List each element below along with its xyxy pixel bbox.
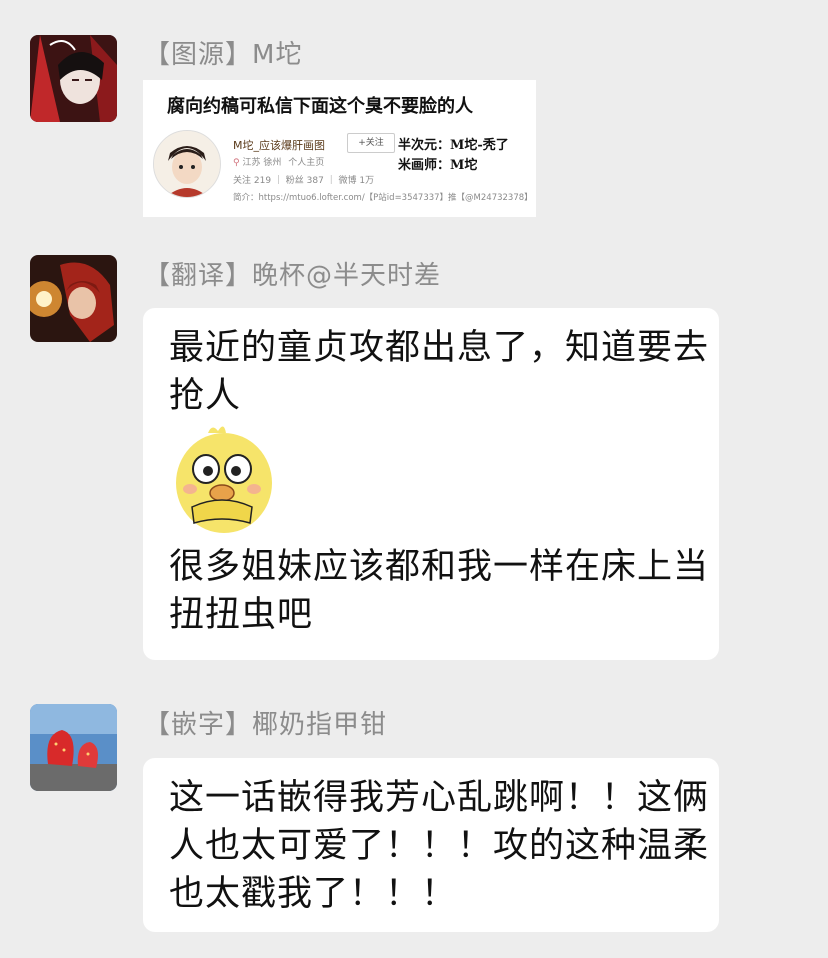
- avatar-typesetter[interactable]: [30, 704, 117, 791]
- surprised-duck-icon: [168, 423, 276, 537]
- card-username: M坨_应该爆肝画图: [233, 139, 325, 152]
- avatar-source[interactable]: [30, 35, 117, 122]
- card-side-line-1: 半次元：M坨-秃了: [398, 138, 509, 153]
- sender-name: 【翻译】晚杯@半天时差: [144, 261, 442, 291]
- message-text: 这一话嵌得我芳心乱跳啊！！这俩人也太可爱了！！！攻的这种温柔也太戳我了！！！: [169, 778, 710, 914]
- sender-name: 【嵌字】椰奶指甲钳: [144, 710, 388, 740]
- message-text: 很多姐妹应该都和我一样在床上当扭扭虫吧: [169, 547, 710, 635]
- message-bubble[interactable]: 最近的童贞攻都出息了，知道要去抢人 很多姐妹应该都和我一样在床上当扭扭虫吧: [143, 308, 719, 660]
- red-haired-character-avatar-icon: [30, 255, 117, 342]
- image-message-card[interactable]: 腐向约稿可私信下面这个臭不要脸的人 M坨_应该爆肝画图 +关注 ⚲ 江苏 徐州 …: [143, 80, 536, 217]
- card-avatar: [153, 130, 221, 198]
- cartoon-boy-icon: [154, 131, 220, 197]
- homepage-label: 个人主页: [288, 158, 325, 168]
- location-pin-icon: ⚲: [233, 158, 240, 168]
- card-title: 腐向约稿可私信下面这个臭不要脸的人: [167, 96, 473, 117]
- follow-button: +关注: [347, 133, 395, 153]
- avatar-translator[interactable]: [30, 255, 117, 342]
- message-text: 最近的童贞攻都出息了，知道要去抢人: [169, 328, 710, 416]
- sender-name: 【图源】M坨: [144, 40, 303, 70]
- strawberry-photo-avatar-icon: [30, 704, 117, 791]
- dark-haired-character-avatar-icon: [30, 35, 117, 122]
- card-side-line-2: 米画师：M坨: [398, 158, 478, 173]
- message-bubble[interactable]: 这一话嵌得我芳心乱跳啊！！这俩人也太可爱了！！！攻的这种温柔也太戳我了！！！: [143, 758, 719, 932]
- bio-text: 简介：https://mtuo6.lofter.com/【P站id=354733…: [233, 193, 533, 203]
- location-text: ⚲ 江苏 徐州 个人主页: [233, 155, 324, 168]
- location-label: 江苏 徐州: [242, 158, 282, 168]
- duck-sticker: [168, 423, 276, 537]
- stats-text: 关注 219 ｜ 粉丝 387 ｜ 微博 1万: [233, 176, 375, 186]
